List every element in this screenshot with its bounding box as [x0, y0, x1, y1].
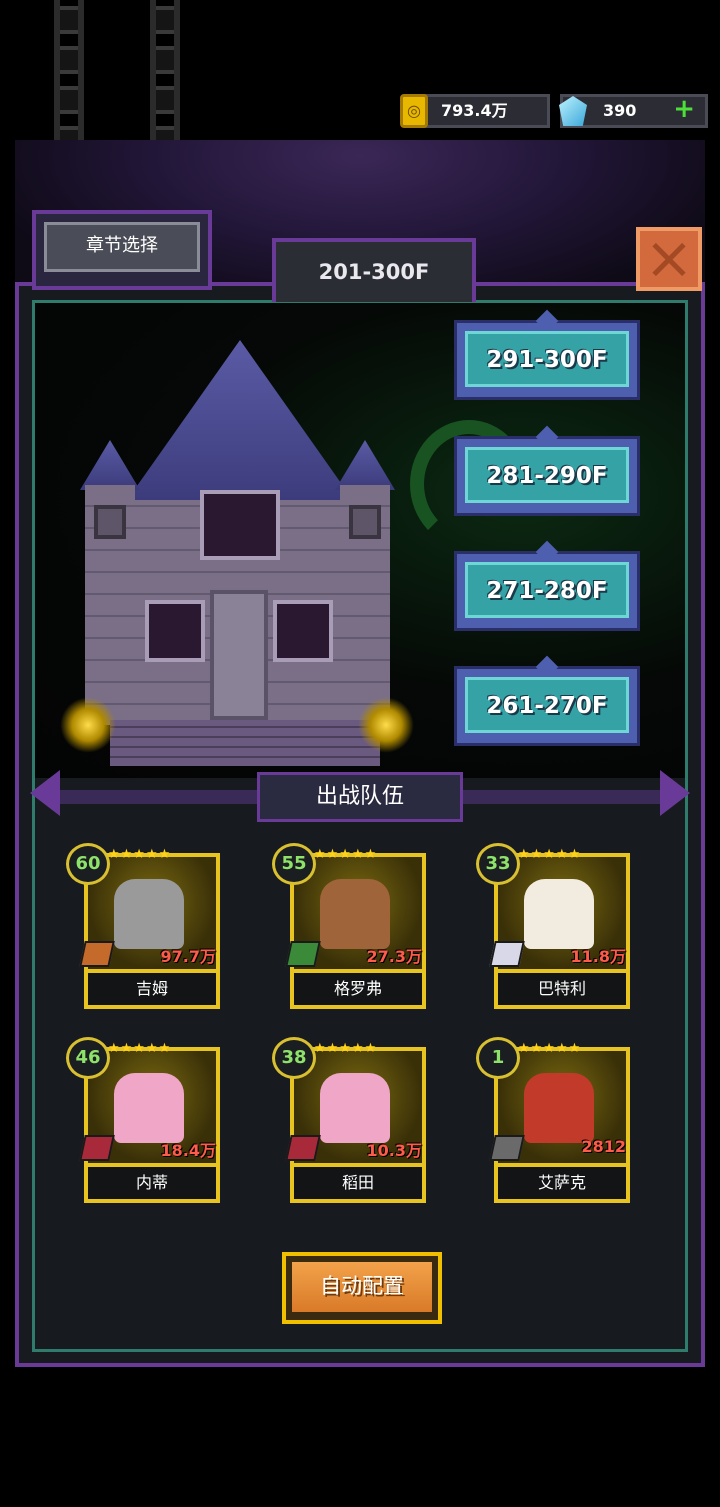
hero-power: 2812: [581, 1137, 626, 1156]
hero-level-badge: 60: [66, 843, 110, 885]
hero-name: 吉姆: [84, 973, 220, 1009]
weapon-icon: [489, 1135, 525, 1161]
hero-portrait: [524, 1073, 594, 1143]
hero-power: 10.3万: [366, 1141, 422, 1160]
weapon-icon: [79, 1135, 115, 1161]
star-rating: ★★★★★: [314, 847, 378, 862]
star-rating: ★★★★★: [108, 1041, 172, 1056]
hero-portrait: [524, 879, 594, 949]
hero-level-badge: 55: [272, 843, 316, 885]
hero-level-badge: 46: [66, 1037, 110, 1079]
castle-left-window: [145, 600, 205, 662]
floor-button-label: 271-280F: [465, 562, 629, 618]
hero-power: 18.4万: [160, 1141, 216, 1160]
floor-button-271-280[interactable]: 271-280F: [454, 540, 640, 631]
hero-portrait: [114, 1073, 184, 1143]
hero-power: 11.8万: [570, 947, 626, 966]
hero-card-batley[interactable]: ★★★★★ 11.8万 33 巴特利: [474, 843, 632, 1011]
star-rating: ★★★★★: [314, 1041, 378, 1056]
hero-level-badge: 33: [476, 843, 520, 885]
star-rating: ★★★★★: [518, 1041, 582, 1056]
floor-button-label: 261-270F: [465, 677, 629, 733]
gold-value: 793.4万: [441, 101, 508, 120]
star-rating: ★★★★★: [518, 847, 582, 862]
auto-config-label: 自动配置: [292, 1262, 432, 1312]
hero-portrait: [320, 879, 390, 949]
weapon-icon: [285, 1135, 321, 1161]
weapon-icon: [79, 941, 115, 967]
hero-level-badge: 38: [272, 1037, 316, 1079]
floor-button-281-290[interactable]: 281-290F: [454, 425, 640, 516]
hero-card-netty[interactable]: ★★★★★ 18.4万 46 内蒂: [64, 1037, 222, 1205]
hero-name: 内蒂: [84, 1167, 220, 1203]
castle-left-roof: [80, 440, 140, 490]
chapter-select-label: 章节选择: [44, 222, 200, 272]
gold-coin-icon: ◎: [400, 94, 428, 128]
hero-card-jim[interactable]: ★★★★★ 97.7万 60 吉姆: [64, 843, 222, 1011]
floor-button-291-300[interactable]: 291-300F: [454, 309, 640, 400]
hero-card-inada[interactable]: ★★★★★ 10.3万 38 稻田: [270, 1037, 428, 1205]
add-gems-button[interactable]: +: [673, 95, 695, 123]
weapon-icon: [285, 941, 321, 967]
castle-door: [210, 590, 268, 720]
chapter-select-button[interactable]: 章节选择: [32, 210, 212, 290]
screen: { "resources": { "gold": {"icon": "gold-…: [0, 0, 720, 1507]
castle-right-window: [273, 600, 333, 662]
castle-main-roof: [120, 340, 360, 510]
current-floor-range: 201-300F: [272, 238, 476, 302]
hero-card-isaac[interactable]: ★★★★★ 2812 1 艾萨克: [474, 1037, 632, 1205]
hero-name: 巴特利: [494, 973, 630, 1009]
close-icon[interactable]: [636, 227, 702, 291]
hero-portrait: [114, 879, 184, 949]
hero-name: 格罗弗: [290, 973, 426, 1009]
castle-tower-window-right: [349, 505, 381, 539]
torch-right-icon: [358, 697, 414, 753]
hero-card-grover[interactable]: ★★★★★ 27.3万 55 格罗弗: [270, 843, 428, 1011]
castle-right-roof: [335, 440, 395, 490]
hero-power: 27.3万: [366, 947, 422, 966]
castle-tower-window-left: [94, 505, 126, 539]
castle-top-window: [200, 490, 280, 560]
team-title: 出战队伍: [257, 772, 463, 822]
hero-level-badge: 1: [476, 1037, 520, 1079]
gem-value: 390: [603, 101, 637, 120]
castle-steps: [110, 720, 380, 766]
floor-button-261-270[interactable]: 261-270F: [454, 655, 640, 746]
hero-power: 97.7万: [160, 947, 216, 966]
hero-name: 艾萨克: [494, 1167, 630, 1203]
torch-left-icon: [60, 697, 116, 753]
star-rating: ★★★★★: [108, 847, 172, 862]
auto-config-button[interactable]: 自动配置: [282, 1252, 442, 1324]
hero-portrait: [320, 1073, 390, 1143]
castle-illustration: [80, 300, 400, 770]
weapon-icon: [489, 941, 525, 967]
hero-name: 稻田: [290, 1167, 426, 1203]
floor-button-label: 281-290F: [465, 447, 629, 503]
floor-button-label: 291-300F: [465, 331, 629, 387]
